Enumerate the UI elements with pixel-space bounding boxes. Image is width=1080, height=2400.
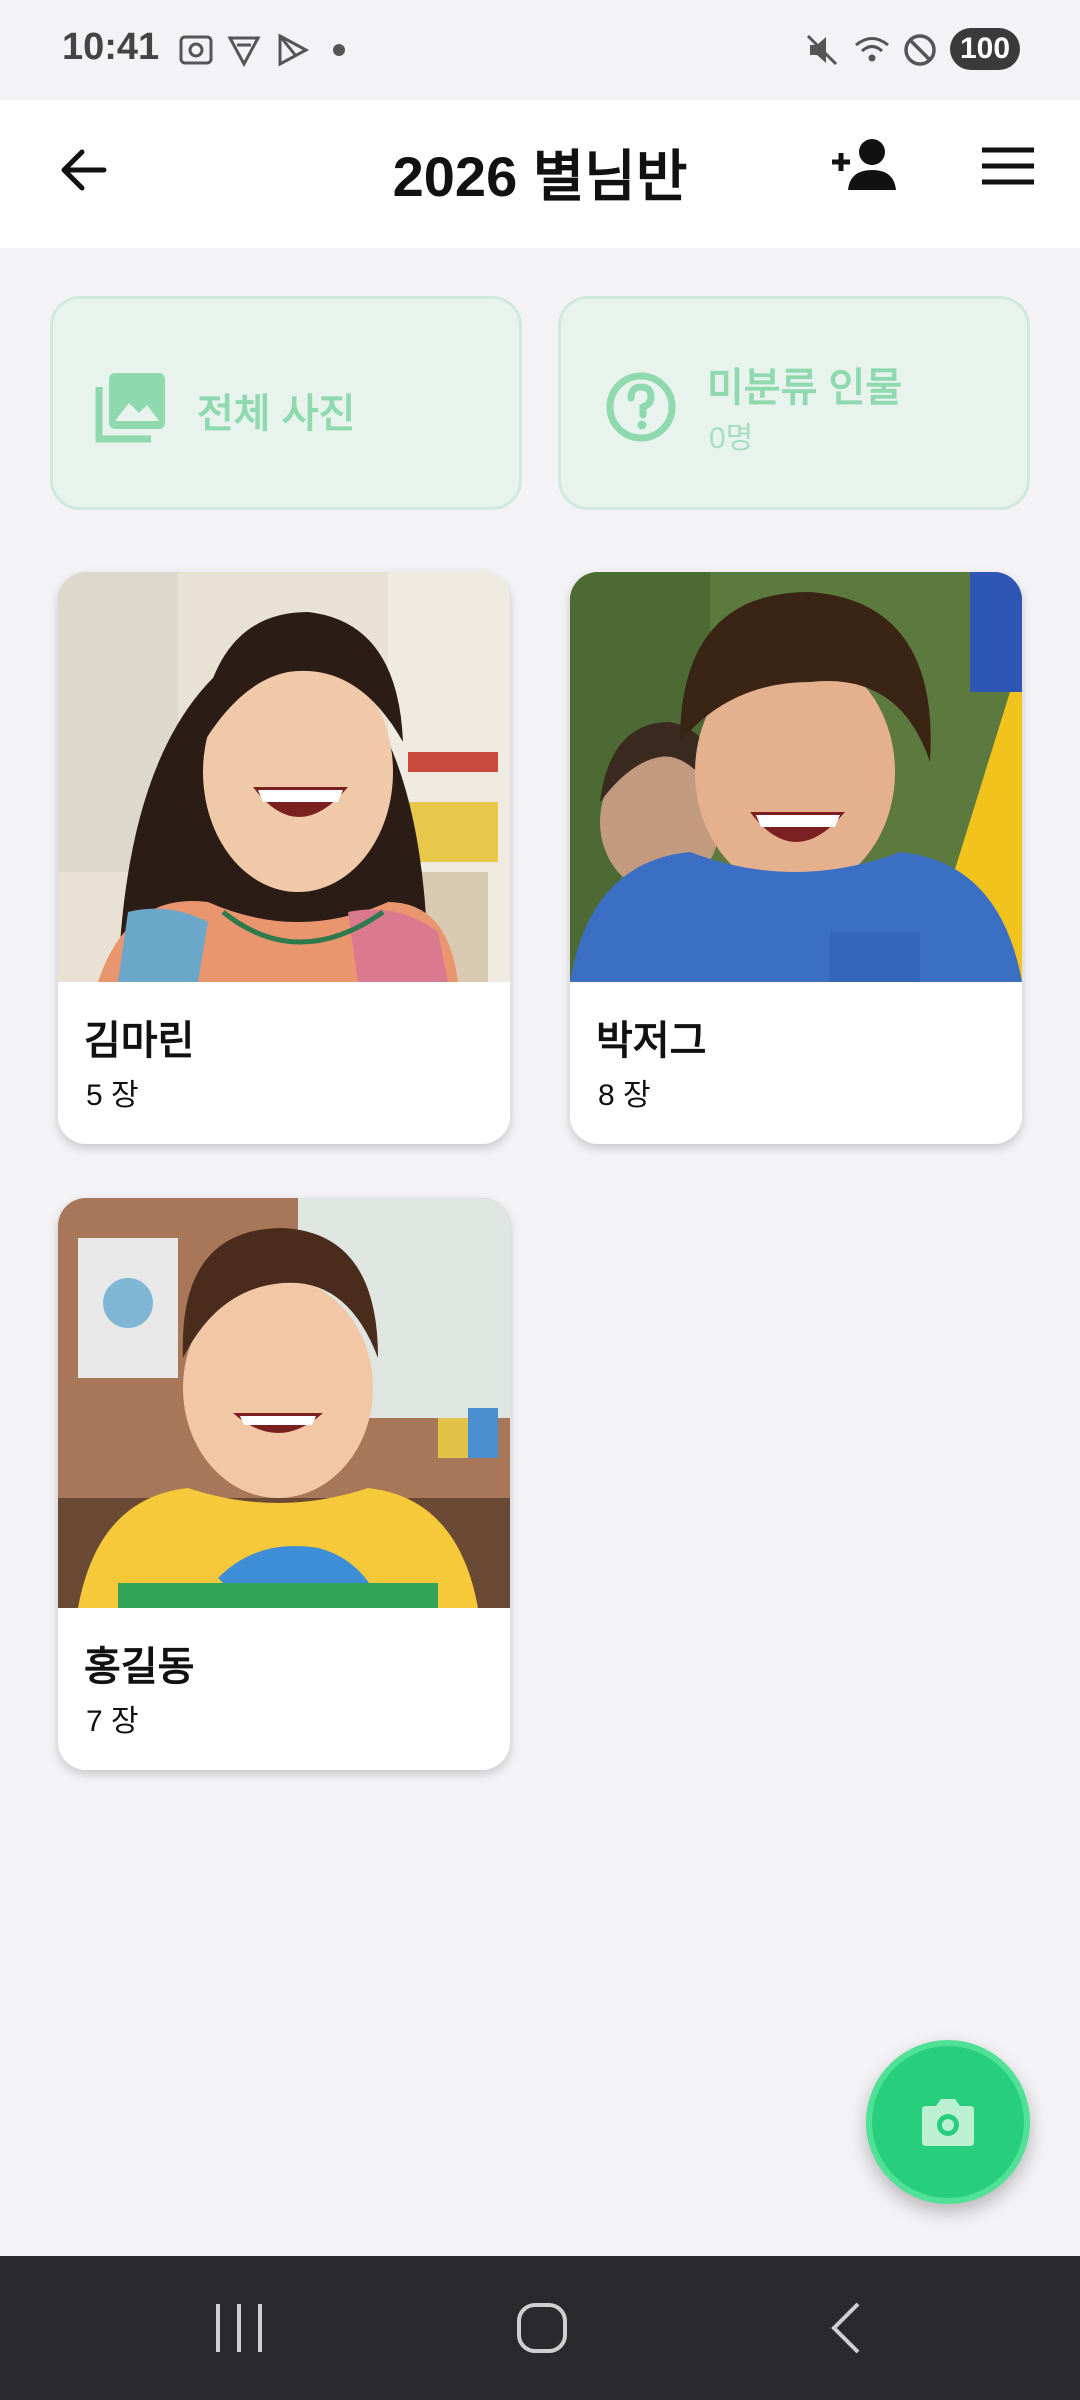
photo-library-icon — [95, 373, 165, 443]
hamburger-menu-icon[interactable] — [978, 142, 1038, 190]
person-photo — [58, 572, 510, 982]
screenshot-icon — [179, 35, 213, 65]
system-nav-bar — [0, 2256, 1080, 2400]
all-photos-label: 전체 사진 — [197, 392, 356, 436]
photo-count: 8 장 — [598, 1079, 651, 1112]
home-icon[interactable] — [514, 2300, 570, 2356]
person-name: 홍길동 — [84, 1645, 195, 1689]
person-card[interactable]: 홍길동 7 장 — [58, 1198, 510, 1770]
do-not-disturb-icon — [904, 34, 936, 66]
page-title: 2026 별님반 — [392, 145, 688, 208]
person-photo — [570, 572, 1022, 982]
mute-icon — [806, 34, 838, 66]
person-name: 김마린 — [84, 1019, 195, 1063]
photo-count: 7 장 — [86, 1705, 139, 1738]
person-card[interactable]: 박저그 8 장 — [570, 572, 1022, 1144]
camera-icon — [922, 2099, 974, 2146]
camera-button[interactable] — [866, 2040, 1030, 2204]
app-bar: 2026 별님반 — [0, 100, 1080, 248]
unclassified-card[interactable]: 미분류 인물 0명 — [558, 296, 1030, 510]
all-photos-card[interactable]: 전체 사진 — [50, 296, 522, 510]
status-bar: 10:41 100 — [0, 0, 1080, 100]
unclassified-count: 0명 — [709, 422, 754, 455]
status-time: 10:41 — [62, 26, 160, 68]
unclassified-label: 미분류 인물 — [707, 366, 903, 410]
person-name: 박저그 — [596, 1019, 707, 1063]
battery-level: 100 — [950, 28, 1020, 70]
person-photo — [58, 1198, 510, 1608]
photo-count: 5 장 — [86, 1079, 139, 1112]
recent-apps-icon[interactable] — [212, 2300, 266, 2356]
status-dot — [333, 44, 345, 56]
shield-icon — [227, 36, 261, 68]
help-circle-icon — [606, 372, 676, 442]
person-add-icon[interactable] — [828, 134, 900, 194]
back-nav-icon[interactable] — [826, 2300, 866, 2356]
person-card[interactable]: 김마린 5 장 — [58, 572, 510, 1144]
play-store-icon — [278, 33, 310, 67]
wifi-icon — [855, 37, 889, 62]
